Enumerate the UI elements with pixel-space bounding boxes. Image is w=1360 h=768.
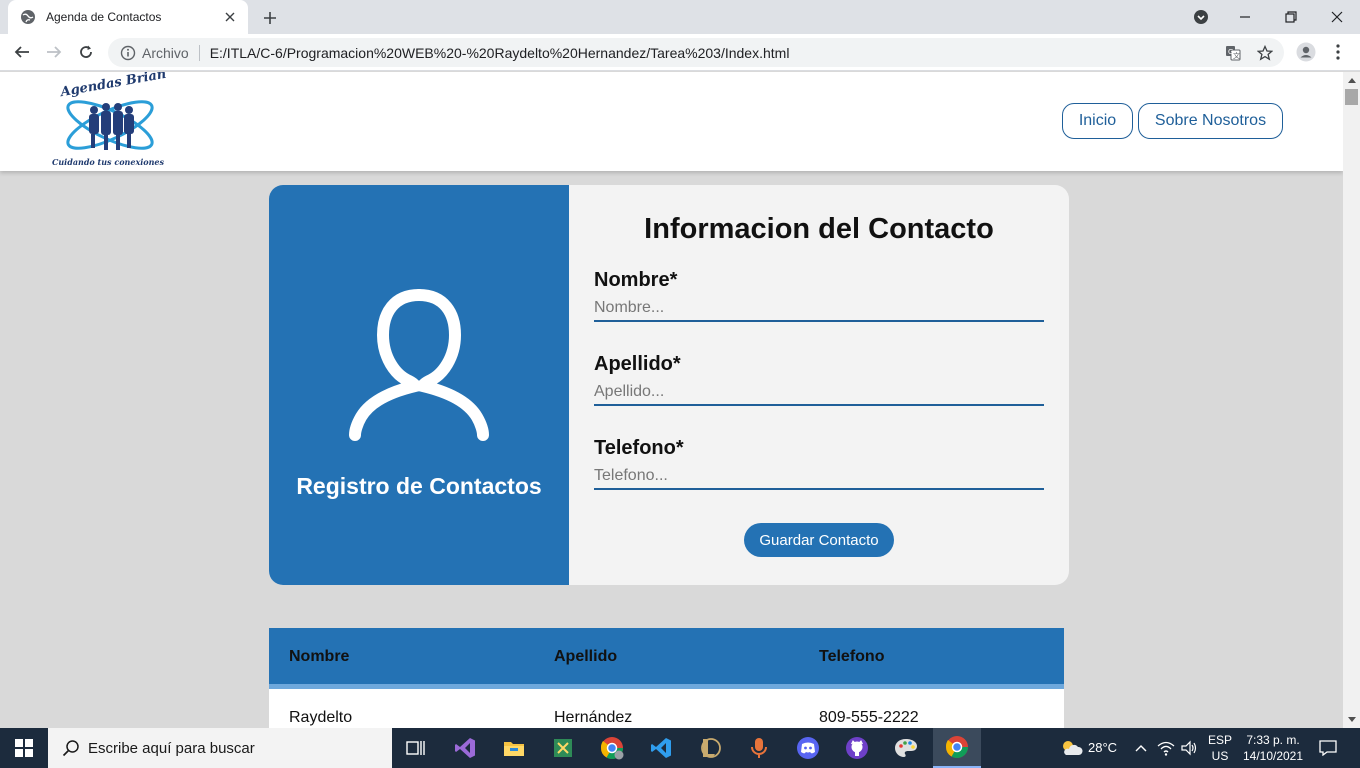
weather-temperature[interactable]: 28°C bbox=[1088, 740, 1117, 756]
taskbar-search-box[interactable]: Escribe aquí para buscar bbox=[48, 728, 392, 768]
cell-apellido: Hernández bbox=[554, 709, 633, 726]
search-icon bbox=[62, 739, 80, 757]
language-bottom[interactable]: US bbox=[1206, 748, 1234, 764]
tab-title: Agenda de Contactos bbox=[46, 10, 162, 24]
address-bar[interactable]: Archivo E:/ITLA/C-6/Programacion%20WEB%2… bbox=[108, 38, 1284, 67]
file-explorer-icon[interactable] bbox=[490, 728, 538, 768]
guardar-contacto-button[interactable]: Guardar Contacto bbox=[744, 523, 894, 557]
info-icon[interactable] bbox=[120, 45, 136, 61]
header-apellido: Apellido bbox=[554, 648, 618, 665]
new-tab-button[interactable] bbox=[260, 8, 280, 28]
address-divider bbox=[198, 44, 200, 61]
restore-icon[interactable] bbox=[1268, 0, 1314, 34]
reload-icon[interactable] bbox=[74, 40, 98, 64]
task-view-icon[interactable] bbox=[392, 728, 440, 768]
cell-nombre: Raydelto bbox=[289, 709, 353, 726]
tab-search-icon[interactable] bbox=[1178, 0, 1224, 34]
visual-studio-icon[interactable] bbox=[441, 728, 489, 768]
cell-telefono: 809-555-2222 bbox=[819, 709, 919, 726]
browser-tab[interactable]: Agenda de Contactos bbox=[8, 0, 248, 34]
discord-icon[interactable] bbox=[784, 728, 832, 768]
notifications-icon[interactable] bbox=[1318, 738, 1338, 758]
vscode-icon[interactable] bbox=[637, 728, 685, 768]
snipping-tool-icon[interactable] bbox=[539, 728, 587, 768]
table-header-row: Nombre Apellido Telefono bbox=[269, 628, 1064, 689]
language-top[interactable]: ESP bbox=[1206, 732, 1234, 748]
url-text[interactable]: E:/ITLA/C-6/Programacion%20WEB%20-%20Ray… bbox=[210, 45, 790, 61]
header-telefono: Telefono bbox=[819, 648, 885, 665]
apellido-label: Apellido* bbox=[594, 353, 681, 375]
scroll-up-icon[interactable] bbox=[1343, 72, 1360, 88]
nombre-label: Nombre* bbox=[594, 269, 678, 291]
site-logo[interactable]: Agendas Brian Cuidando tus conexiones bbox=[50, 72, 176, 170]
contacts-table: Nombre Apellido Telefono Raydelto Hernán… bbox=[269, 628, 1064, 728]
browser-toolbar: Archivo E:/ITLA/C-6/Programacion%20WEB%2… bbox=[0, 34, 1360, 71]
league-of-legends-icon[interactable] bbox=[686, 728, 734, 768]
page-scrollbar[interactable] bbox=[1343, 72, 1360, 728]
microphone-app-icon[interactable] bbox=[735, 728, 783, 768]
logo-emblem-icon bbox=[66, 100, 154, 150]
browser-tab-strip: Agenda de Contactos bbox=[0, 0, 1360, 34]
paint-app-icon[interactable] bbox=[882, 728, 930, 768]
profile-icon[interactable] bbox=[1294, 40, 1318, 64]
menu-dots-icon[interactable] bbox=[1326, 40, 1350, 64]
chrome-taskbar-icon[interactable] bbox=[933, 728, 981, 768]
scroll-down-icon[interactable] bbox=[1343, 712, 1360, 728]
back-arrow-icon[interactable] bbox=[10, 40, 34, 64]
globe-icon bbox=[20, 9, 36, 25]
nav-sobre-nosotros-link[interactable]: Sobre Nosotros bbox=[1138, 103, 1283, 139]
chevron-up-icon[interactable] bbox=[1131, 738, 1151, 758]
apellido-input[interactable] bbox=[594, 380, 1044, 406]
clock-time[interactable]: 7:33 p. m. bbox=[1238, 732, 1308, 748]
close-window-icon[interactable] bbox=[1314, 0, 1360, 34]
scheme-label: Archivo bbox=[142, 44, 189, 61]
github-icon[interactable] bbox=[833, 728, 881, 768]
windows-start-icon[interactable] bbox=[0, 728, 48, 768]
tab-close-icon[interactable] bbox=[222, 9, 238, 25]
person-outline-icon bbox=[349, 289, 489, 441]
forward-arrow-icon[interactable] bbox=[42, 40, 66, 64]
card-left-panel: Registro de Contactos bbox=[269, 185, 569, 585]
nombre-input[interactable] bbox=[594, 296, 1044, 322]
volume-icon[interactable] bbox=[1180, 738, 1200, 758]
site-header: Agendas Brian Cuidando tus conexiones In… bbox=[0, 72, 1343, 171]
wifi-icon[interactable] bbox=[1156, 738, 1176, 758]
telefono-input[interactable] bbox=[594, 464, 1044, 490]
translate-icon[interactable]: G文 bbox=[1224, 44, 1242, 62]
header-nombre: Nombre bbox=[289, 648, 350, 665]
svg-text:文: 文 bbox=[1233, 51, 1240, 60]
registro-title: Registro de Contactos bbox=[296, 473, 542, 499]
form-title: Informacion del Contacto bbox=[644, 213, 994, 245]
bookmark-star-icon[interactable] bbox=[1256, 44, 1274, 62]
taskbar-search-placeholder: Escribe aquí para buscar bbox=[88, 739, 255, 757]
page-viewport: Agendas Brian Cuidando tus conexiones In… bbox=[0, 72, 1343, 728]
windows-taskbar: Escribe aquí para buscar 28°C ESP US 7:3… bbox=[0, 728, 1360, 768]
scrollbar-thumb[interactable] bbox=[1345, 89, 1358, 105]
logo-tagline: Cuidando tus conexiones bbox=[52, 157, 164, 167]
weather-icon[interactable] bbox=[1058, 738, 1084, 758]
chrome-profile-icon[interactable] bbox=[588, 728, 636, 768]
contact-form-card: Registro de Contactos Informacion del Co… bbox=[269, 185, 1069, 585]
table-row[interactable]: Raydelto Hernández 809-555-2222 bbox=[269, 689, 1064, 728]
nav-inicio-link[interactable]: Inicio bbox=[1062, 103, 1133, 139]
card-form-panel: Informacion del Contacto Nombre* Apellid… bbox=[569, 185, 1069, 585]
telefono-label: Telefono* bbox=[594, 437, 684, 459]
clock-date[interactable]: 14/10/2021 bbox=[1238, 748, 1308, 764]
minimize-icon[interactable] bbox=[1222, 0, 1268, 34]
